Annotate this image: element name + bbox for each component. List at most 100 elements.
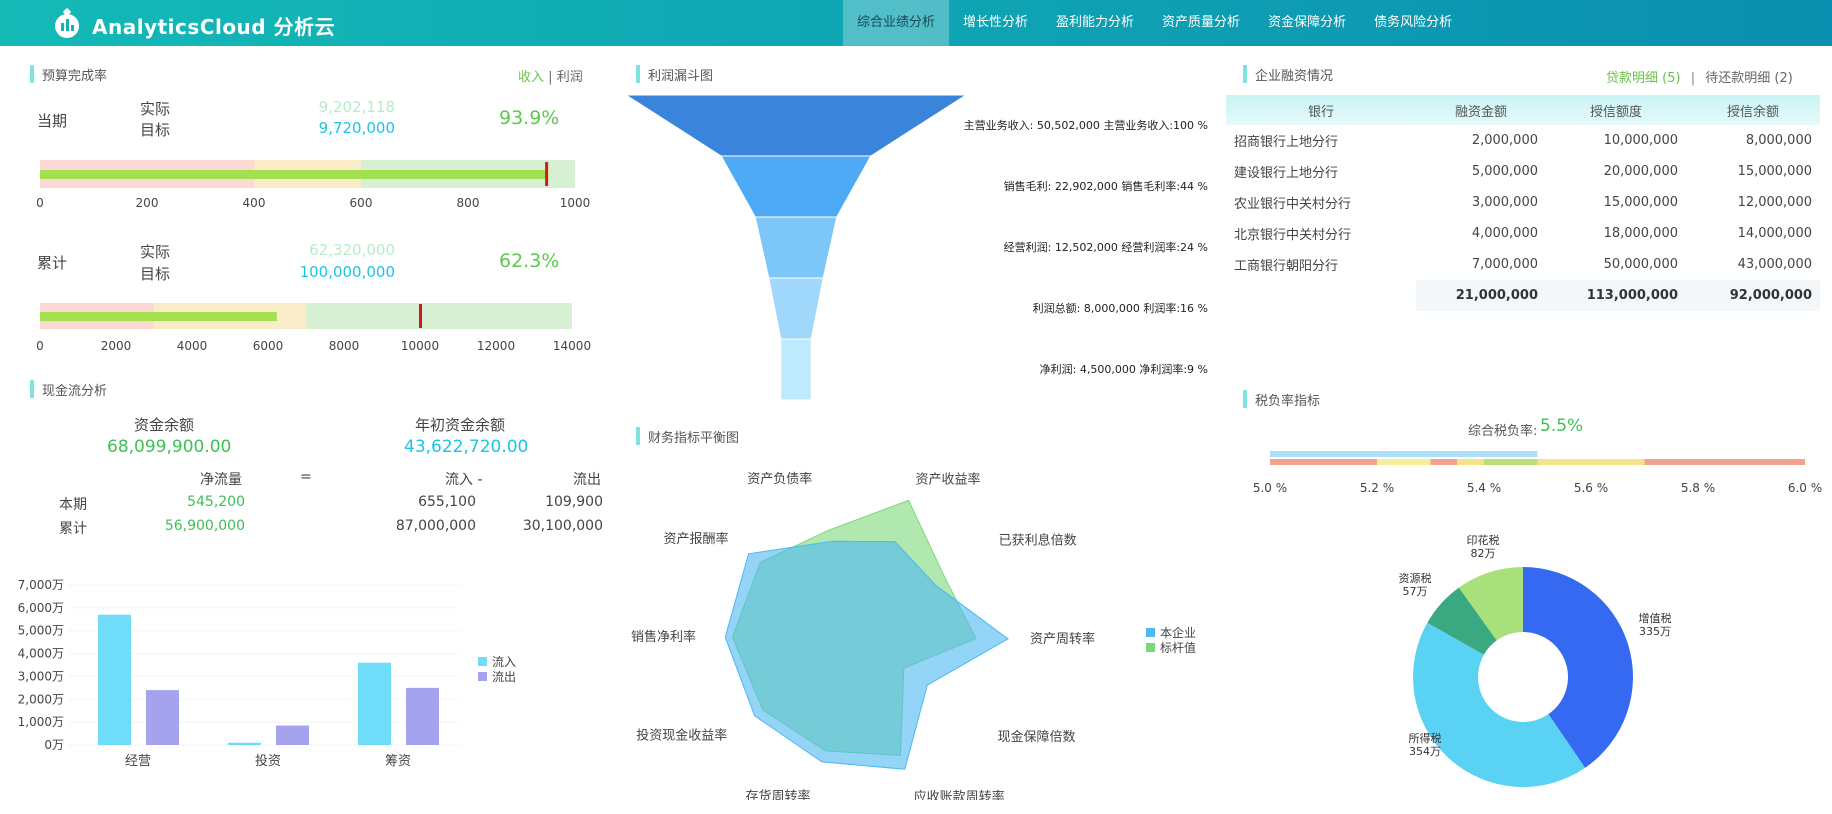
donut-slice-value: 57万 — [1403, 585, 1428, 598]
current-period-label: 当期 — [37, 112, 68, 130]
begin-balance-label: 年初资金余额 — [415, 416, 506, 434]
credit-cell: 20,000,000 — [1603, 164, 1678, 179]
legend-swatch — [478, 657, 487, 666]
bar-流出 — [146, 690, 179, 745]
legend-swatch — [1146, 628, 1155, 637]
cashflow-row-label: 累计 — [59, 521, 87, 537]
legend-swatch — [478, 672, 487, 681]
legend-label: 标杆值 — [1160, 640, 1196, 655]
table-row: 招商银行上地分行 2,000,000 10,000,000 8,000,000 — [1226, 125, 1820, 156]
tax-section-title: 税负率指标 — [1243, 390, 1320, 409]
credit-cell: 10,000,000 — [1603, 133, 1678, 148]
donut-slice-name: 所得税 — [1409, 731, 1442, 745]
gauge-tick-label: 5.6 % — [1574, 481, 1608, 495]
balance-cell: 15,000,000 — [1737, 164, 1812, 179]
current-bullet-chart — [40, 160, 575, 188]
nav-tab-debt-risk[interactable]: 债务风险分析 — [1360, 0, 1466, 46]
budget-section-title: 预算完成率 — [30, 65, 107, 84]
nav-tab-growth[interactable]: 增长性分析 — [949, 0, 1042, 46]
loan-detail-link[interactable]: 贷款明细 — [1606, 71, 1658, 86]
donut-slice-value: 82万 — [1471, 547, 1496, 560]
cumulative-completion-pct: 62.3% — [499, 250, 560, 272]
y-tick-label: 4,000万 — [18, 647, 64, 661]
bullet-actual-bar — [40, 312, 277, 321]
balance-cell: 43,000,000 — [1737, 257, 1812, 272]
credit-cell: 15,000,000 — [1603, 195, 1678, 210]
funnel-label: 净利润: 4,500,000 净利润率:9 % — [1040, 362, 1208, 376]
balance-cell: 8,000,000 — [1745, 133, 1812, 148]
bank-cell: 招商银行上地分行 — [1234, 135, 1339, 150]
financing-section-title: 企业融资情况 — [1243, 65, 1333, 84]
axis-tick-label: 2000 — [100, 339, 132, 353]
legend-label: 流出 — [492, 670, 516, 684]
tax-rate-label: 综合税负率: — [1468, 424, 1538, 439]
x-category-label: 投资 — [255, 753, 281, 769]
outflow-header: 流出 — [573, 472, 601, 488]
donut-slice-value: 335万 — [1639, 625, 1671, 638]
gauge-band — [1484, 459, 1538, 465]
nav-tab-fund-security[interactable]: 资金保障分析 — [1254, 0, 1360, 46]
nav-tab-asset-quality[interactable]: 资产质量分析 — [1148, 0, 1254, 46]
amount-cell: 5,000,000 — [1471, 164, 1538, 179]
total-amount-cell: 21,000,000 — [1416, 280, 1546, 311]
toggle-profit[interactable]: 利润 — [557, 70, 583, 85]
column-header: 融资金额 — [1416, 95, 1546, 125]
column-header: 银行 — [1226, 95, 1416, 125]
axis-tick-label: 4000 — [176, 339, 208, 353]
current-target-value: 9,720,000 — [318, 119, 395, 137]
current-actual-label: 实际 — [140, 100, 171, 118]
y-tick-label: 5,000万 — [18, 624, 64, 638]
gauge-tick-label: 5.0 % — [1253, 481, 1287, 495]
amount-cell: 3,000,000 — [1471, 195, 1538, 210]
cashflow-section-title: 现金流分析 — [30, 380, 107, 399]
current-target-label: 目标 — [140, 121, 171, 139]
nav-tab-profitability[interactable]: 盈利能力分析 — [1042, 0, 1148, 46]
legend-label: 本企业 — [1160, 625, 1196, 640]
y-tick-label: 6,000万 — [18, 601, 64, 615]
table-header-row: 银行 融资金额 授信额度 授信余额 — [1226, 95, 1820, 125]
cumulative-target-value: 100,000,000 — [299, 263, 395, 281]
y-tick-label: 0万 — [44, 738, 64, 752]
profit-funnel-chart: 主营业务收入: 50,502,000 主营业务收入:100 % 销售毛利: 22,… — [624, 94, 1208, 401]
cumulative-period-label: 累计 — [37, 254, 68, 272]
financing-links: 贷款明细 (5) | 待还款明细 (2) — [1606, 67, 1793, 86]
radar-axis-label: 资产周转率 — [1030, 631, 1095, 647]
funnel-segment — [768, 277, 824, 340]
donut-slice-name: 增值税 — [1639, 611, 1672, 625]
nav-tab-overall[interactable]: 综合业绩分析 — [843, 0, 950, 46]
bar-流入 — [98, 614, 131, 745]
credit-cell: 18,000,000 — [1603, 226, 1678, 241]
balance-value: 68,099,900.00 — [107, 437, 232, 457]
y-tick-label: 1,000万 — [18, 715, 64, 729]
donut-slice-name: 印花税 — [1467, 533, 1500, 547]
financing-table: 银行 融资金额 授信额度 授信余额 招商银行上地分行 2,000,000 10,… — [1226, 95, 1820, 311]
repay-count: (2) — [1774, 71, 1793, 86]
radar-section-title: 财务指标平衡图 — [636, 427, 739, 446]
radar-axis-label: 资产收益率 — [916, 471, 981, 487]
funnel-label: 利润总额: 8,000,000 利润率:16 % — [1033, 301, 1208, 315]
bar-流出 — [406, 687, 439, 745]
x-category-label: 经营 — [125, 754, 151, 769]
repay-detail-link[interactable]: 待还款明细 — [1705, 71, 1770, 86]
bank-cell: 建设银行上地分行 — [1234, 166, 1339, 181]
gauge-band — [1377, 459, 1431, 465]
toggle-income[interactable]: 收入 — [518, 70, 544, 85]
column-header: 授信额度 — [1546, 95, 1686, 125]
cashflow-row-net: 56,900,000 — [164, 518, 245, 534]
current-completion-pct: 93.9% — [499, 107, 560, 129]
bank-cell: 农业银行中关村分行 — [1234, 197, 1352, 212]
bullet-band-high — [306, 303, 572, 329]
radar-axis-label: 资产报酬率 — [663, 531, 728, 547]
gauge-band — [1644, 459, 1805, 465]
radar-axis-label: 销售净利率 — [631, 629, 696, 645]
links-separator: | — [1690, 71, 1696, 86]
axis-tick-label: 600 — [349, 196, 373, 210]
cumulative-bullet-chart — [40, 303, 572, 329]
axis-tick-label: 0 — [36, 196, 44, 210]
cumulative-target-label: 目标 — [140, 265, 171, 283]
radar-axis-label: 存货周转率 — [745, 789, 810, 800]
gauge-band — [1591, 459, 1645, 465]
cashflow-row-net: 545,200 — [187, 494, 245, 510]
balance-cell: 12,000,000 — [1737, 195, 1812, 210]
radar-axis-label: 资产负债率 — [747, 471, 812, 487]
